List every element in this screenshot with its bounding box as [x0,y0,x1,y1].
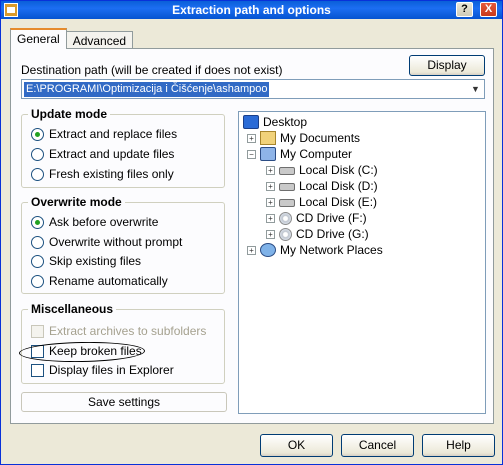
my-computer-icon [260,147,276,161]
ok-button[interactable]: OK [260,434,333,457]
tree-item-label: My Documents [280,131,361,145]
tree-item-my-computer[interactable]: − My Computer [247,146,352,162]
radio-extract-update[interactable]: Extract and update files [31,146,174,162]
destination-path-combobox[interactable]: E:\PROGRAMI\Optimizacija i Čišćenje\asha… [21,79,485,99]
close-button[interactable]: X [480,2,497,17]
window-title: Extraction path and options [172,3,331,17]
save-settings-button[interactable]: Save settings [21,392,227,412]
network-places-icon [260,243,276,257]
radio-fresh-existing[interactable]: Fresh existing files only [31,166,174,182]
hard-disk-icon [279,167,295,175]
radio-label: Extract and update files [49,147,175,161]
help-button[interactable]: Help [422,434,495,457]
tree-item-local-disk-d[interactable]: + Local Disk (D:) [266,178,378,194]
tree-item-cd-drive-f[interactable]: + CD Drive (F:) [266,210,367,226]
radio-extract-replace[interactable]: Extract and replace files [31,126,177,142]
radio-skip-existing[interactable]: Skip existing files [31,253,141,269]
tree-item-label: Local Disk (D:) [299,179,378,193]
overwrite-mode-title: Overwrite mode [28,195,125,209]
tree-item-local-disk-c[interactable]: + Local Disk (C:) [266,162,378,178]
update-mode-title: Update mode [28,107,111,121]
checkbox[interactable] [31,324,44,338]
display-button[interactable]: Display [409,55,485,76]
radio-button[interactable] [31,235,44,249]
tree-item-label: Local Disk (C:) [299,163,378,177]
collapse-icon[interactable]: − [247,149,256,159]
tree-item-label: My Network Places [280,243,383,257]
expand-icon[interactable]: + [266,197,275,207]
destination-path-label: Destination path (will be created if doe… [21,63,283,77]
radio-button[interactable] [31,254,44,268]
tab-general[interactable]: General [10,28,67,49]
cancel-button[interactable]: Cancel [341,434,414,457]
radio-button-selected[interactable] [31,215,44,229]
extraction-dialog: Extraction path and options ? X General … [0,0,503,465]
expand-icon[interactable]: + [266,165,275,175]
radio-button-selected[interactable] [31,127,44,141]
title-bar[interactable]: Extraction path and options ? X [1,1,502,19]
radio-button[interactable] [31,274,44,288]
tree-item-desktop[interactable]: Desktop [243,114,307,130]
radio-label: Overwrite without prompt [49,235,183,249]
cd-drive-icon [279,227,292,241]
tree-item-label: My Computer [280,147,353,161]
radio-ask-before-overwrite[interactable]: Ask before overwrite [31,214,158,230]
tree-item-local-disk-e[interactable]: + Local Disk (E:) [266,194,377,210]
tab-strip: General Advanced [10,28,134,49]
checkbox-extract-to-subfolders[interactable]: Extract archives to subfolders [31,323,206,339]
destination-path-value[interactable]: E:\PROGRAMI\Optimizacija i Čišćenje\asha… [24,82,270,97]
help-title-button[interactable]: ? [456,2,473,17]
radio-label: Rename automatically [49,274,168,288]
tree-item-label: Local Disk (E:) [299,195,378,209]
tab-advanced[interactable]: Advanced [65,31,134,49]
radio-label: Ask before overwrite [49,215,159,229]
tree-item-cd-drive-g[interactable]: + CD Drive (G:) [266,226,369,242]
radio-label: Fresh existing files only [49,167,174,181]
chevron-down-icon[interactable]: ▼ [467,80,484,98]
update-mode-group: Update mode Extract and replace files Ex… [21,107,225,188]
tree-item-label: CD Drive (F:) [296,211,367,225]
expand-icon[interactable]: + [266,181,275,191]
overwrite-mode-group: Overwrite mode Ask before overwrite Over… [21,195,225,294]
checkbox-display-in-explorer[interactable]: Display files in Explorer [31,362,174,378]
expand-icon[interactable]: + [266,229,275,239]
checkbox[interactable] [31,363,44,377]
radio-label: Extract and replace files [49,127,178,141]
tree-item-label: Desktop [263,115,308,129]
radio-overwrite-without-prompt[interactable]: Overwrite without prompt [31,234,182,250]
expand-icon[interactable]: + [266,213,275,223]
hard-disk-icon [279,183,295,191]
checkbox-label: Display files in Explorer [49,363,174,377]
expand-icon[interactable]: + [247,133,256,143]
radio-button[interactable] [31,167,44,181]
expand-icon[interactable]: + [247,245,256,255]
my-documents-icon [260,131,276,145]
miscellaneous-title: Miscellaneous [28,302,117,316]
radio-label: Skip existing files [49,254,142,268]
desktop-icon [243,115,259,129]
folder-tree[interactable]: Desktop + My Documents − My Computer + L… [238,111,486,414]
cd-drive-icon [279,211,292,225]
hard-disk-icon [279,199,295,207]
radio-rename-automatically[interactable]: Rename automatically [31,273,168,289]
radio-button[interactable] [31,147,44,161]
tree-item-my-network-places[interactable]: + My Network Places [247,242,383,258]
tree-item-my-documents[interactable]: + My Documents [247,130,360,146]
tree-item-label: CD Drive (G:) [296,227,369,241]
checkbox-label: Extract archives to subfolders [49,324,207,338]
